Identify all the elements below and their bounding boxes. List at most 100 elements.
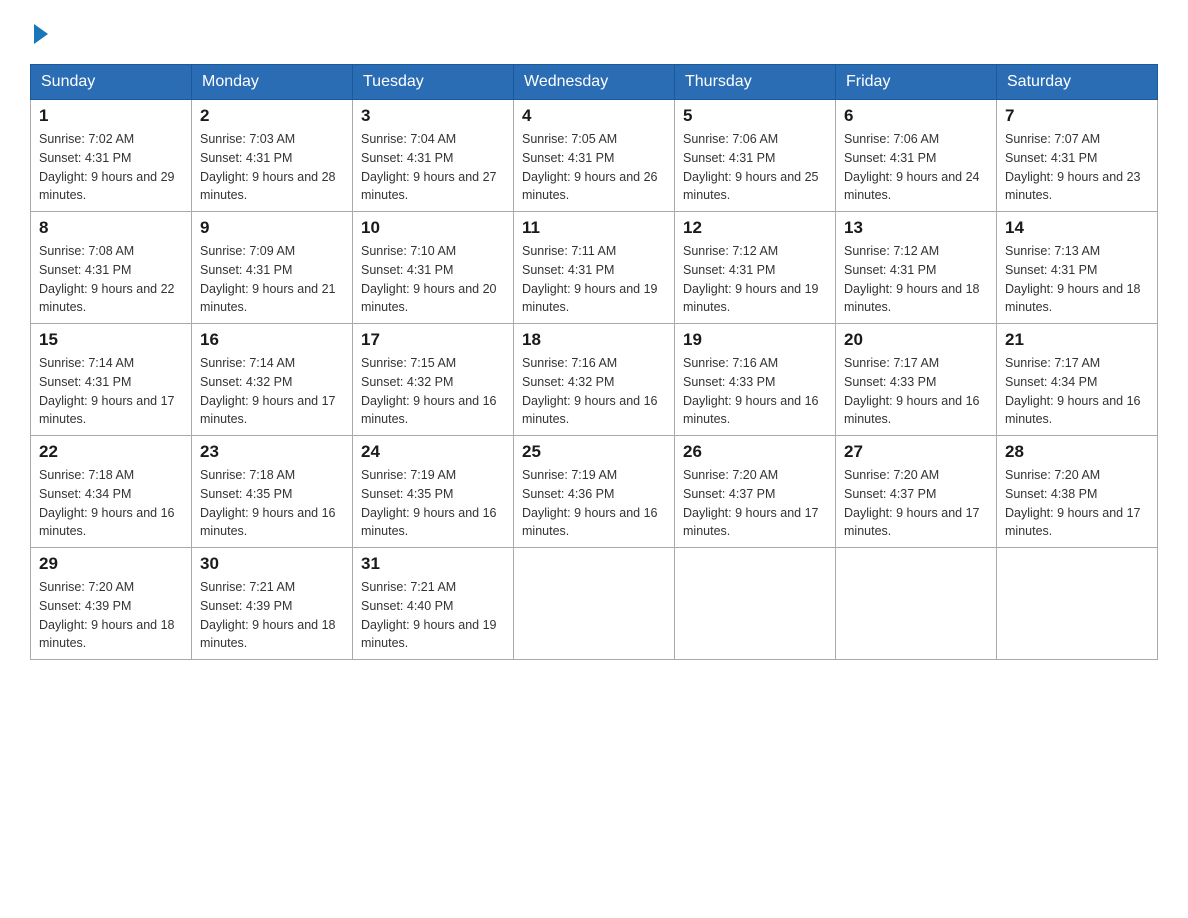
day-info: Sunrise: 7:08 AMSunset: 4:31 PMDaylight:… <box>39 242 183 317</box>
day-info: Sunrise: 7:19 AMSunset: 4:36 PMDaylight:… <box>522 466 666 541</box>
day-number: 12 <box>683 218 827 238</box>
day-number: 15 <box>39 330 183 350</box>
calendar-day-cell: 23 Sunrise: 7:18 AMSunset: 4:35 PMDayligh… <box>192 436 353 548</box>
calendar-day-cell: 30 Sunrise: 7:21 AMSunset: 4:39 PMDayligh… <box>192 548 353 660</box>
calendar-day-cell: 21Sunrise: 7:17 AMSunset: 4:34 PMDayligh… <box>997 324 1158 436</box>
day-info: Sunrise: 7:18 AMSunset: 4:35 PMDaylight:… <box>200 466 344 541</box>
day-info: Sunrise: 7:14 AMSunset: 4:31 PMDaylight:… <box>39 354 183 429</box>
day-number: 11 <box>522 218 666 238</box>
day-number: 26 <box>683 442 827 462</box>
calendar-day-cell: 29Sunrise: 7:20 AMSunset: 4:39 PMDayligh… <box>31 548 192 660</box>
calendar-day-cell: 19 Sunrise: 7:16 AMSunset: 4:33 PMDayligh… <box>675 324 836 436</box>
day-info: Sunrise: 7:12 AMSunset: 4:31 PMDaylight:… <box>844 242 988 317</box>
day-number: 7 <box>1005 106 1149 126</box>
calendar-day-cell: 17 Sunrise: 7:15 AMSunset: 4:32 PMDayligh… <box>353 324 514 436</box>
calendar-week-row: 8 Sunrise: 7:08 AMSunset: 4:31 PMDaylight… <box>31 212 1158 324</box>
day-info: Sunrise: 7:20 AMSunset: 4:38 PMDaylight:… <box>1005 466 1149 541</box>
calendar-week-row: 15 Sunrise: 7:14 AMSunset: 4:31 PMDayligh… <box>31 324 1158 436</box>
day-number: 27 <box>844 442 988 462</box>
day-number: 13 <box>844 218 988 238</box>
calendar-week-row: 1 Sunrise: 7:02 AMSunset: 4:31 PMDaylight… <box>31 100 1158 212</box>
column-header-wednesday: Wednesday <box>514 65 675 100</box>
day-number: 23 <box>200 442 344 462</box>
calendar-day-cell: 10Sunrise: 7:10 AMSunset: 4:31 PMDayligh… <box>353 212 514 324</box>
day-number: 21 <box>1005 330 1149 350</box>
empty-cell <box>675 548 836 660</box>
day-number: 10 <box>361 218 505 238</box>
calendar-table: SundayMondayTuesdayWednesdayThursdayFrid… <box>30 64 1158 660</box>
calendar-header-row: SundayMondayTuesdayWednesdayThursdayFrid… <box>31 65 1158 100</box>
day-number: 19 <box>683 330 827 350</box>
calendar-day-cell: 31Sunrise: 7:21 AMSunset: 4:40 PMDayligh… <box>353 548 514 660</box>
calendar-day-cell: 2 Sunrise: 7:03 AMSunset: 4:31 PMDaylight… <box>192 100 353 212</box>
day-number: 30 <box>200 554 344 574</box>
day-number: 1 <box>39 106 183 126</box>
calendar-day-cell: 12 Sunrise: 7:12 AMSunset: 4:31 PMDayligh… <box>675 212 836 324</box>
day-number: 28 <box>1005 442 1149 462</box>
day-info: Sunrise: 7:06 AMSunset: 4:31 PMDaylight:… <box>683 130 827 205</box>
day-number: 17 <box>361 330 505 350</box>
day-info: Sunrise: 7:06 AMSunset: 4:31 PMDaylight:… <box>844 130 988 205</box>
empty-cell <box>514 548 675 660</box>
day-info: Sunrise: 7:18 AMSunset: 4:34 PMDaylight:… <box>39 466 183 541</box>
day-info: Sunrise: 7:03 AMSunset: 4:31 PMDaylight:… <box>200 130 344 205</box>
day-info: Sunrise: 7:16 AMSunset: 4:32 PMDaylight:… <box>522 354 666 429</box>
day-info: Sunrise: 7:14 AMSunset: 4:32 PMDaylight:… <box>200 354 344 429</box>
calendar-day-cell: 18 Sunrise: 7:16 AMSunset: 4:32 PMDayligh… <box>514 324 675 436</box>
calendar-day-cell: 4 Sunrise: 7:05 AMSunset: 4:31 PMDaylight… <box>514 100 675 212</box>
empty-cell <box>836 548 997 660</box>
day-info: Sunrise: 7:09 AMSunset: 4:31 PMDaylight:… <box>200 242 344 317</box>
calendar-day-cell: 28 Sunrise: 7:20 AMSunset: 4:38 PMDayligh… <box>997 436 1158 548</box>
day-info: Sunrise: 7:20 AMSunset: 4:37 PMDaylight:… <box>683 466 827 541</box>
calendar-day-cell: 15 Sunrise: 7:14 AMSunset: 4:31 PMDayligh… <box>31 324 192 436</box>
calendar-day-cell: 14 Sunrise: 7:13 AMSunset: 4:31 PMDayligh… <box>997 212 1158 324</box>
calendar-day-cell: 11 Sunrise: 7:11 AMSunset: 4:31 PMDayligh… <box>514 212 675 324</box>
day-number: 24 <box>361 442 505 462</box>
day-number: 9 <box>200 218 344 238</box>
calendar-week-row: 22 Sunrise: 7:18 AMSunset: 4:34 PMDayligh… <box>31 436 1158 548</box>
day-info: Sunrise: 7:20 AMSunset: 4:39 PMDaylight:… <box>39 578 183 653</box>
day-info: Sunrise: 7:16 AMSunset: 4:33 PMDaylight:… <box>683 354 827 429</box>
day-number: 3 <box>361 106 505 126</box>
column-header-tuesday: Tuesday <box>353 65 514 100</box>
day-info: Sunrise: 7:20 AMSunset: 4:37 PMDaylight:… <box>844 466 988 541</box>
day-info: Sunrise: 7:21 AMSunset: 4:40 PMDaylight:… <box>361 578 505 653</box>
column-header-sunday: Sunday <box>31 65 192 100</box>
day-number: 22 <box>39 442 183 462</box>
calendar-day-cell: 1 Sunrise: 7:02 AMSunset: 4:31 PMDaylight… <box>31 100 192 212</box>
column-header-saturday: Saturday <box>997 65 1158 100</box>
day-number: 2 <box>200 106 344 126</box>
empty-cell <box>997 548 1158 660</box>
day-info: Sunrise: 7:17 AMSunset: 4:33 PMDaylight:… <box>844 354 988 429</box>
day-number: 18 <box>522 330 666 350</box>
calendar-day-cell: 25Sunrise: 7:19 AMSunset: 4:36 PMDayligh… <box>514 436 675 548</box>
calendar-day-cell: 20Sunrise: 7:17 AMSunset: 4:33 PMDayligh… <box>836 324 997 436</box>
day-info: Sunrise: 7:05 AMSunset: 4:31 PMDaylight:… <box>522 130 666 205</box>
calendar-day-cell: 26 Sunrise: 7:20 AMSunset: 4:37 PMDayligh… <box>675 436 836 548</box>
day-info: Sunrise: 7:21 AMSunset: 4:39 PMDaylight:… <box>200 578 344 653</box>
day-number: 5 <box>683 106 827 126</box>
calendar-week-row: 29Sunrise: 7:20 AMSunset: 4:39 PMDayligh… <box>31 548 1158 660</box>
calendar-day-cell: 9 Sunrise: 7:09 AMSunset: 4:31 PMDaylight… <box>192 212 353 324</box>
day-number: 4 <box>522 106 666 126</box>
calendar-day-cell: 22 Sunrise: 7:18 AMSunset: 4:34 PMDayligh… <box>31 436 192 548</box>
day-info: Sunrise: 7:02 AMSunset: 4:31 PMDaylight:… <box>39 130 183 205</box>
day-number: 8 <box>39 218 183 238</box>
calendar-day-cell: 6Sunrise: 7:06 AMSunset: 4:31 PMDaylight… <box>836 100 997 212</box>
calendar-day-cell: 24Sunrise: 7:19 AMSunset: 4:35 PMDayligh… <box>353 436 514 548</box>
column-header-monday: Monday <box>192 65 353 100</box>
logo-arrow-icon <box>34 24 48 44</box>
day-info: Sunrise: 7:13 AMSunset: 4:31 PMDaylight:… <box>1005 242 1149 317</box>
calendar-day-cell: 8 Sunrise: 7:08 AMSunset: 4:31 PMDaylight… <box>31 212 192 324</box>
day-info: Sunrise: 7:12 AMSunset: 4:31 PMDaylight:… <box>683 242 827 317</box>
calendar-day-cell: 5 Sunrise: 7:06 AMSunset: 4:31 PMDaylight… <box>675 100 836 212</box>
day-info: Sunrise: 7:11 AMSunset: 4:31 PMDaylight:… <box>522 242 666 317</box>
column-header-thursday: Thursday <box>675 65 836 100</box>
calendar-day-cell: 3 Sunrise: 7:04 AMSunset: 4:31 PMDaylight… <box>353 100 514 212</box>
day-info: Sunrise: 7:04 AMSunset: 4:31 PMDaylight:… <box>361 130 505 205</box>
calendar-day-cell: 13 Sunrise: 7:12 AMSunset: 4:31 PMDayligh… <box>836 212 997 324</box>
column-header-friday: Friday <box>836 65 997 100</box>
day-info: Sunrise: 7:15 AMSunset: 4:32 PMDaylight:… <box>361 354 505 429</box>
day-number: 14 <box>1005 218 1149 238</box>
logo <box>30 20 48 44</box>
